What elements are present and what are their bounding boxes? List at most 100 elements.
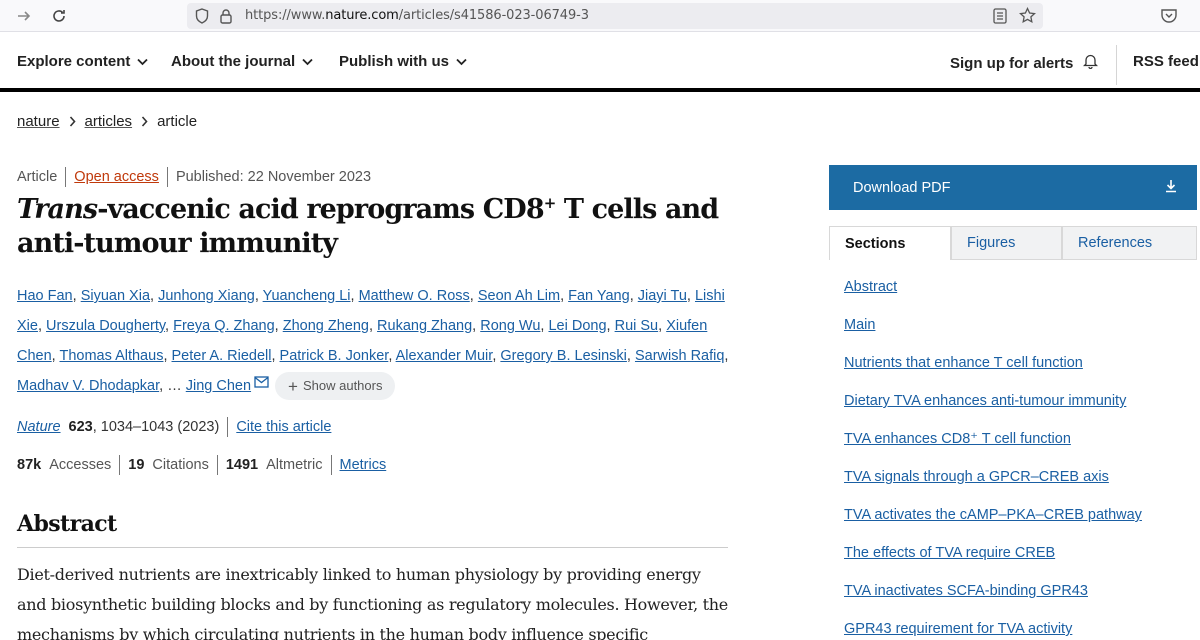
url-text[interactable]: https://www.nature.com/articles/s41586-0… — [245, 8, 589, 23]
author-link[interactable]: Rukang Zhang — [377, 318, 472, 334]
chevron-down-icon — [137, 53, 148, 70]
author-link[interactable]: Freya Q. Zhang — [173, 318, 275, 334]
author-link[interactable]: Fan Yang — [568, 288, 630, 304]
author-link[interactable]: Siyuan Xia — [81, 288, 150, 304]
star-icon[interactable] — [1019, 6, 1036, 29]
section-list-item: The effects of TVA require CREB — [844, 542, 1184, 580]
author-link[interactable]: Rui Su — [615, 318, 659, 334]
published-date: Published: 22 November 2023 — [175, 169, 372, 185]
article-type: Article — [17, 169, 58, 185]
author-separator: , — [606, 318, 615, 334]
author-link[interactable]: Peter A. Riedell — [172, 348, 272, 364]
address-bar[interactable]: https://www.nature.com/articles/s41586-0… — [187, 3, 1043, 29]
cite-this-article-link[interactable]: Cite this article — [236, 419, 331, 435]
nav-explore-content[interactable]: Explore content — [17, 53, 148, 70]
author-link[interactable]: Urszula Dougherty — [46, 318, 165, 334]
author-link[interactable]: Yuancheng Li — [263, 288, 351, 304]
breadcrumb-articles[interactable]: articles — [85, 113, 133, 130]
section-link[interactable]: TVA activates the cAMP–PKA–CREB pathway — [844, 507, 1142, 523]
metrics-link[interactable]: Metrics — [340, 457, 387, 473]
author-link[interactable]: Junhong Xiang — [158, 288, 255, 304]
author-separator: , — [626, 348, 635, 364]
title-superscript: + — [543, 194, 557, 212]
altmetric-count: 1491 — [225, 457, 259, 473]
author-separator: , — [388, 348, 396, 364]
rss-feed-link[interactable]: RSS feed — [1133, 53, 1199, 70]
author-separator: , — [274, 318, 283, 334]
citation-line: Nature 623 , 1034–1043 (2023) Cite this … — [17, 417, 331, 437]
arrow-right-icon[interactable] — [13, 5, 35, 27]
journal-link[interactable]: Nature — [17, 419, 61, 435]
sign-up-alerts-link[interactable]: Sign up for alerts — [950, 53, 1099, 73]
citations-label: Citations — [152, 457, 209, 473]
author-separator: , — [271, 348, 280, 364]
section-list-item: TVA enhances CD8⁺ T cell function — [844, 428, 1184, 466]
author-link[interactable]: Rong Wu — [480, 318, 540, 334]
nav-publish-with-us[interactable]: Publish with us — [339, 53, 467, 70]
author-separator: , — [163, 348, 172, 364]
author-link[interactable]: Matthew O. Ross — [359, 288, 470, 304]
author-separator: , — [686, 288, 695, 304]
author-link[interactable]: Madhav V. Dhodapkar — [17, 378, 159, 394]
download-pdf-button[interactable]: Download PDF — [829, 165, 1197, 210]
section-list-item: TVA signals through a GPCR–CREB axis — [844, 466, 1184, 504]
meta-divider — [330, 455, 332, 475]
nav-divider — [1116, 45, 1117, 85]
section-link[interactable]: Nutrients that enhance T cell function — [844, 355, 1083, 371]
section-link[interactable]: TVA enhances CD8⁺ T cell function — [844, 431, 1071, 447]
pocket-icon[interactable] — [1160, 7, 1178, 30]
section-link[interactable]: TVA signals through a GPCR–CREB axis — [844, 469, 1109, 485]
bell-icon — [1083, 53, 1099, 73]
author-link[interactable]: Alexander Muir — [396, 348, 493, 364]
author-link[interactable]: Seon Ah Lim — [478, 288, 560, 304]
section-list: Abstract Main Nutrients that enhance T cel… — [844, 276, 1184, 640]
tab-sections[interactable]: Sections — [829, 226, 951, 260]
section-link[interactable]: Main — [844, 317, 875, 333]
author-link[interactable]: Sarwish Rafiq — [635, 348, 724, 364]
author-link[interactable]: Thomas Althaus — [59, 348, 163, 364]
author-separator: , — [159, 378, 168, 394]
lock-icon[interactable] — [220, 8, 232, 29]
nav-about-label: About the journal — [171, 53, 296, 70]
download-icon — [1165, 179, 1177, 197]
open-access-link[interactable]: Open access — [74, 169, 159, 185]
author-separator: , — [469, 288, 478, 304]
breadcrumb-nature[interactable]: nature — [17, 113, 60, 130]
shield-icon[interactable] — [195, 8, 209, 29]
section-link[interactable]: GPR43 requirement for TVA activity — [844, 621, 1072, 637]
show-authors-button[interactable]: + Show authors — [275, 372, 396, 401]
chevron-right-icon — [69, 116, 76, 127]
refresh-icon[interactable] — [48, 5, 70, 27]
author-ellipsis: … — [167, 378, 186, 394]
author-link[interactable]: Jing Chen — [186, 378, 251, 394]
tab-references[interactable]: References — [1062, 226, 1197, 260]
author-separator: , — [724, 348, 729, 364]
meta-divider — [119, 455, 121, 475]
section-link[interactable]: Abstract — [844, 279, 897, 295]
nav-rule — [0, 88, 1200, 92]
tab-figures[interactable]: Figures — [951, 226, 1062, 260]
sign-up-alerts-label: Sign up for alerts — [950, 54, 1074, 72]
nav-publish-label: Publish with us — [339, 53, 450, 70]
altmetric-label: Altmetric — [266, 457, 323, 473]
section-link[interactable]: TVA inactivates SCFA-binding GPR43 — [844, 583, 1088, 599]
reader-view-icon[interactable] — [993, 8, 1007, 29]
author-link[interactable]: Lei Dong — [548, 318, 606, 334]
section-link[interactable]: Dietary TVA enhances anti-tumour immunit… — [844, 393, 1126, 409]
section-list-item: Nutrients that enhance T cell function — [844, 352, 1184, 390]
author-separator: , — [72, 288, 81, 304]
citations-count: 19 — [128, 457, 145, 473]
author-link[interactable]: Gregory B. Lesinski — [500, 348, 627, 364]
author-separator: , — [350, 288, 359, 304]
author-link[interactable]: Jiayi Tu — [638, 288, 687, 304]
author-link[interactable]: Patrick B. Jonker — [280, 348, 389, 364]
nav-about-journal[interactable]: About the journal — [171, 53, 313, 70]
accesses-label: Accesses — [49, 457, 112, 473]
site-navigation: Explore content About the journal Publis… — [0, 33, 1200, 91]
section-list-item: Abstract — [844, 276, 1184, 314]
author-link[interactable]: Hao Fan — [17, 288, 73, 304]
envelope-icon[interactable] — [254, 376, 269, 394]
author-separator: , — [658, 318, 667, 334]
author-link[interactable]: Zhong Zheng — [283, 318, 369, 334]
section-link[interactable]: The effects of TVA require CREB — [844, 545, 1055, 561]
